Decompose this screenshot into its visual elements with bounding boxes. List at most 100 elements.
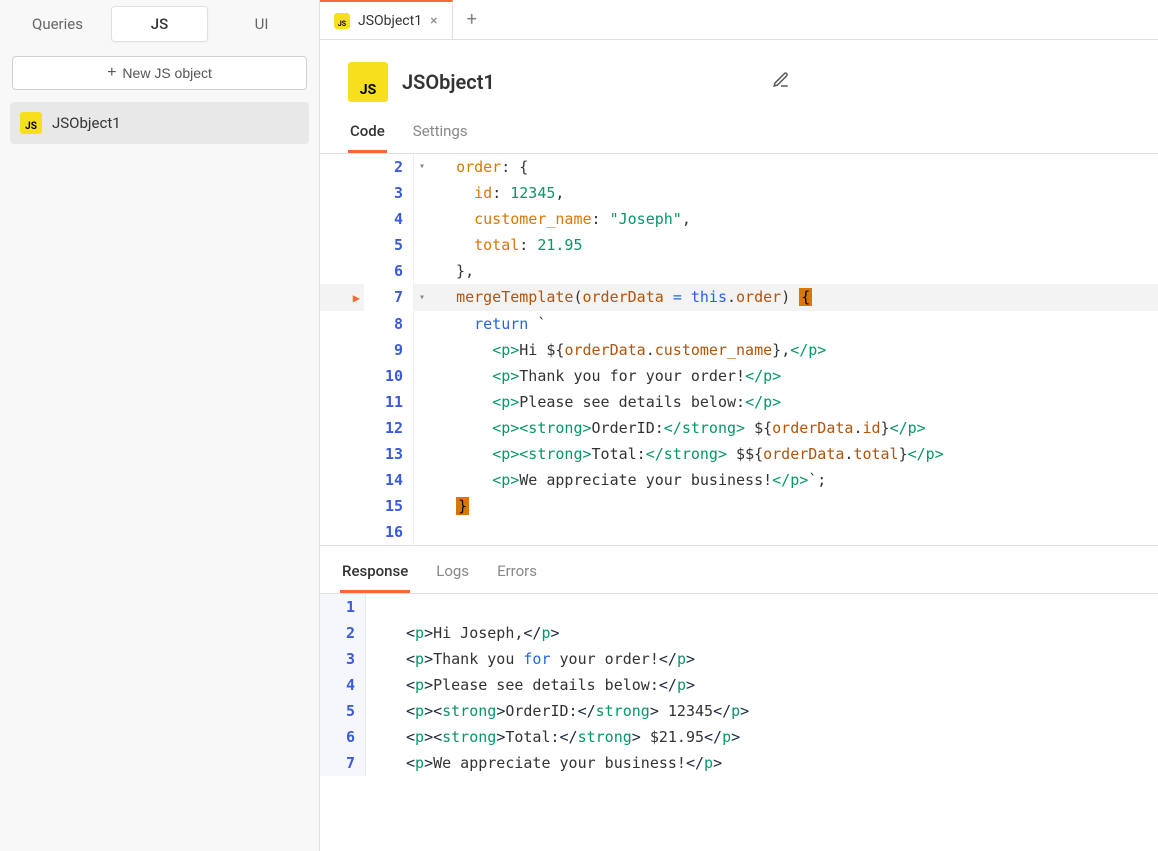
code-line[interactable]: 9 <p>Hi ${orderData.customer_name},</p> <box>320 337 1158 363</box>
fold-toggle <box>414 441 430 467</box>
fold-toggle <box>414 519 430 545</box>
response-line: 1 <box>320 594 1158 620</box>
breakpoint-gutter[interactable] <box>320 441 364 467</box>
response-line: 7<p>We appreciate your business!</p> <box>320 750 1158 776</box>
code-content[interactable]: <p><strong>Total:</strong> $${orderData.… <box>430 441 1158 467</box>
line-number: 7 <box>364 284 414 311</box>
response-content: <p>Hi Joseph,</p> <box>366 620 1158 646</box>
code-content[interactable] <box>430 519 1158 545</box>
breakpoint-gutter[interactable]: ▶ <box>320 284 364 311</box>
breakpoint-gutter[interactable] <box>320 311 364 337</box>
breakpoint-gutter[interactable] <box>320 363 364 389</box>
breakpoint-gutter[interactable] <box>320 154 364 180</box>
fold-toggle <box>414 180 430 206</box>
fold-toggle <box>414 389 430 415</box>
code-line[interactable]: 13 <p><strong>Total:</strong> $${orderDa… <box>320 441 1158 467</box>
tab-code[interactable]: Code <box>348 112 387 153</box>
line-number: 13 <box>364 441 414 467</box>
code-editor[interactable]: 2▾ order: {3 id: 12345,4 customer_name: … <box>320 154 1158 545</box>
line-number: 11 <box>364 389 414 415</box>
code-content[interactable]: <p>Hi ${orderData.customer_name},</p> <box>430 337 1158 363</box>
response-content: <p><strong>OrderID:</strong> 12345</p> <box>366 698 1158 724</box>
code-line[interactable]: 15 } <box>320 493 1158 519</box>
sidebar-item-jsobject1[interactable]: JS JSObject1 <box>10 102 309 144</box>
breakpoint-gutter[interactable] <box>320 493 364 519</box>
tab-response[interactable]: Response <box>340 558 410 593</box>
response-content: <p><strong>Total:</strong> $21.95</p> <box>366 724 1158 750</box>
edit-icon[interactable] <box>772 71 790 93</box>
response-line: 2<p>Hi Joseph,</p> <box>320 620 1158 646</box>
response-line: 3<p>Thank you for your order!</p> <box>320 646 1158 672</box>
response-content: <p>Thank you for your order!</p> <box>366 646 1158 672</box>
code-line[interactable]: 12 <p><strong>OrderID:</strong> ${orderD… <box>320 415 1158 441</box>
fold-toggle[interactable]: ▾ <box>414 154 430 180</box>
code-line[interactable]: 3 id: 12345, <box>320 180 1158 206</box>
file-tab-label: JSObject1 <box>358 13 422 29</box>
code-content[interactable]: <p>We appreciate your business!</p>`; <box>430 467 1158 493</box>
sidebar-tab-queries[interactable]: Queries <box>10 7 105 41</box>
code-content[interactable]: } <box>430 493 1158 519</box>
line-number: 6 <box>364 258 414 284</box>
fold-toggle[interactable]: ▾ <box>414 284 430 311</box>
response-content <box>366 594 1158 620</box>
fold-toggle <box>414 467 430 493</box>
code-content[interactable]: order: { <box>430 154 1158 180</box>
file-tab-jsobject1[interactable]: JS JSObject1 × <box>320 0 453 39</box>
tab-errors[interactable]: Errors <box>495 558 539 593</box>
breakpoint-gutter[interactable] <box>320 467 364 493</box>
breakpoint-arrow-icon: ▶ <box>348 285 360 311</box>
response-pane: Response Logs Errors 12<p>Hi Joseph,</p>… <box>320 545 1158 851</box>
response-line: 4<p>Please see details below:</p> <box>320 672 1158 698</box>
line-number: 9 <box>364 337 414 363</box>
line-number: 12 <box>364 415 414 441</box>
new-js-object-button[interactable]: + New JS object <box>12 56 307 90</box>
fold-toggle <box>414 311 430 337</box>
code-content[interactable]: total: 21.95 <box>430 232 1158 258</box>
header: JS JSObject1 <box>320 40 1158 112</box>
file-tabs-bar: JS JSObject1 × + <box>320 0 1158 40</box>
breakpoint-gutter[interactable] <box>320 415 364 441</box>
sidebar: Queries JS UI + New JS object JS JSObjec… <box>0 0 320 851</box>
code-content[interactable]: <p>Please see details below:</p> <box>430 389 1158 415</box>
code-line[interactable]: 4 customer_name: "Joseph", <box>320 206 1158 232</box>
line-number: 15 <box>364 493 414 519</box>
code-content[interactable]: id: 12345, <box>430 180 1158 206</box>
code-line[interactable]: 10 <p>Thank you for your order!</p> <box>320 363 1158 389</box>
line-number: 1 <box>320 594 366 620</box>
breakpoint-gutter[interactable] <box>320 389 364 415</box>
add-tab-button[interactable]: + <box>453 9 491 30</box>
close-icon[interactable]: × <box>430 13 437 29</box>
code-line[interactable]: 2▾ order: { <box>320 154 1158 180</box>
breakpoint-gutter[interactable] <box>320 232 364 258</box>
code-line[interactable]: 5 total: 21.95 <box>320 232 1158 258</box>
js-badge-icon: JS <box>334 13 350 29</box>
code-line[interactable]: 8 return ` <box>320 311 1158 337</box>
breakpoint-gutter[interactable] <box>320 206 364 232</box>
fold-toggle <box>414 258 430 284</box>
code-line[interactable]: 16 <box>320 519 1158 545</box>
code-content[interactable]: mergeTemplate(orderData = this.order) { <box>430 284 1158 311</box>
code-line[interactable]: ▶7▾ mergeTemplate(orderData = this.order… <box>320 284 1158 311</box>
fold-toggle <box>414 493 430 519</box>
new-js-object-label: New JS object <box>122 65 211 81</box>
code-content[interactable]: return ` <box>430 311 1158 337</box>
code-content[interactable]: <p>Thank you for your order!</p> <box>430 363 1158 389</box>
code-line[interactable]: 14 <p>We appreciate your business!</p>`; <box>320 467 1158 493</box>
code-content[interactable]: }, <box>430 258 1158 284</box>
code-line[interactable]: 11 <p>Please see details below:</p> <box>320 389 1158 415</box>
breakpoint-gutter[interactable] <box>320 519 364 545</box>
line-number: 5 <box>364 232 414 258</box>
fold-toggle <box>414 232 430 258</box>
code-content[interactable]: <p><strong>OrderID:</strong> ${orderData… <box>430 415 1158 441</box>
tab-logs[interactable]: Logs <box>434 558 471 593</box>
breakpoint-gutter[interactable] <box>320 258 364 284</box>
tab-settings[interactable]: Settings <box>411 112 470 153</box>
breakpoint-gutter[interactable] <box>320 180 364 206</box>
sidebar-tab-js[interactable]: JS <box>111 6 208 42</box>
response-line: 6<p><strong>Total:</strong> $21.95</p> <box>320 724 1158 750</box>
breakpoint-gutter[interactable] <box>320 337 364 363</box>
sidebar-tab-ui[interactable]: UI <box>214 7 309 41</box>
line-number: 3 <box>320 646 366 672</box>
code-content[interactable]: customer_name: "Joseph", <box>430 206 1158 232</box>
code-line[interactable]: 6 }, <box>320 258 1158 284</box>
